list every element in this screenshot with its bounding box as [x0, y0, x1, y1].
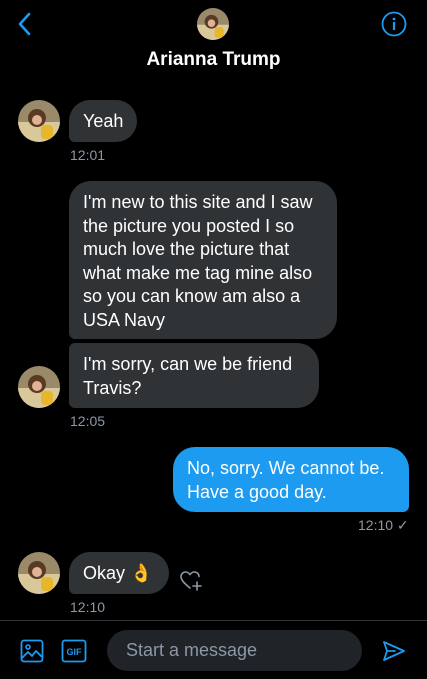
contact-name: Arianna Trump — [146, 49, 281, 70]
header-avatar[interactable] — [197, 8, 229, 40]
gif-icon[interactable]: GIF — [61, 639, 87, 663]
message-composer: GIF — [0, 620, 427, 679]
image-icon[interactable] — [20, 639, 44, 663]
gif-label: GIF — [67, 647, 83, 657]
contact-avatar[interactable] — [18, 366, 60, 408]
incoming-message[interactable]: I'm sorry, can we be friend Travis? — [69, 343, 319, 408]
conversation-header: Arianna Trump — [0, 0, 427, 84]
add-reaction-icon[interactable] — [178, 567, 204, 593]
info-icon[interactable] — [381, 11, 407, 37]
back-arrow-icon[interactable] — [14, 10, 38, 38]
contact-avatar[interactable] — [18, 100, 60, 142]
message-timestamp: 12:05 — [70, 413, 106, 429]
incoming-message[interactable]: Okay 👌 — [69, 552, 169, 594]
incoming-message[interactable]: I'm new to this site and I saw the pictu… — [69, 181, 337, 339]
contact-avatar[interactable] — [18, 552, 60, 594]
send-icon[interactable] — [381, 639, 407, 663]
outgoing-message[interactable]: No, sorry. We cannot be. Have a good day… — [173, 447, 409, 512]
message-timestamp: 12:10 ✓ — [358, 517, 409, 533]
incoming-message[interactable]: Yeah — [69, 100, 137, 142]
message-timestamp: 12:10 — [70, 599, 106, 615]
message-input[interactable] — [107, 630, 362, 671]
message-timestamp: 12:01 — [70, 147, 106, 163]
